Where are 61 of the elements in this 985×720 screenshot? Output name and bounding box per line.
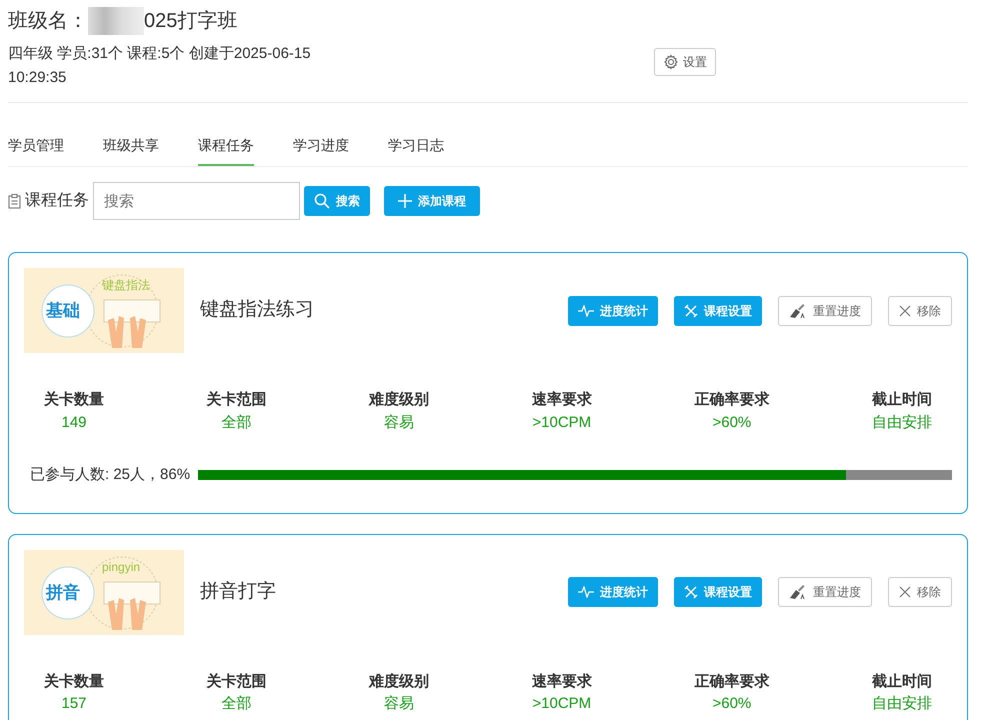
class-name-label: 班级名： [8,9,88,34]
stat-label: 关卡范围 [206,390,267,410]
plus-icon [398,194,412,208]
stat-value: 容易 [383,694,416,714]
stat-value: >10CPM [532,694,592,714]
brush-icon [789,302,807,318]
stat-value: 自由安排 [872,694,932,714]
cover-caption-text: pingyin [102,558,140,576]
stat-label: 正确率要求 [694,390,770,410]
class-info: 四年级 学员:31个 课程:5个 创建于2025-06-15 10:29:35 [8,44,312,88]
close-icon [899,304,911,316]
brush-icon [789,584,807,600]
stat-label: 截止时间 [872,390,932,410]
remove-button[interactable]: 移除 [888,577,952,607]
cover-badge-text: 拼音 [46,582,80,604]
redacted-block [88,7,144,35]
cover-caption-text: 键盘指法 [102,277,150,294]
stat-value: >60% [711,412,752,432]
tools-icon [684,304,698,318]
stat-value: 自由安排 [872,412,932,432]
stat-label: 正确率要求 [694,672,770,692]
reset-progress-button[interactable]: 重置进度 [778,577,872,607]
pulse-icon [578,586,594,598]
pulse-icon [578,304,594,316]
tab[interactable]: 课程任务 [198,125,254,166]
stat-value: 157 [60,694,88,714]
participation-text: 已参与人数: 25人，86% [30,465,190,485]
stat-label: 速率要求 [532,672,592,692]
stat-value: >10CPM [532,412,592,432]
stat-value: >60% [711,694,752,714]
reset-progress-button[interactable]: 重置进度 [778,296,872,326]
tab[interactable]: 班级共享 [103,125,159,166]
stat-label: 截止时间 [872,672,932,692]
tab[interactable]: 学习进度 [293,125,349,166]
search-icon [314,193,330,209]
remove-button[interactable]: 移除 [888,296,952,326]
settings-icon [663,54,679,70]
stat-value: 容易 [383,412,416,432]
class-name: 025打字班 [144,9,238,34]
clipboard-icon [8,194,21,208]
tools-icon [684,585,698,599]
badge-circle [42,566,94,619]
stat-value: 149 [60,412,88,432]
stat-label: 关卡数量 [44,672,104,692]
stat-label: 速率要求 [532,390,592,410]
course-name: 键盘指法练习 [200,298,314,322]
tab[interactable]: 学习日志 [388,125,444,166]
stat-label: 关卡数量 [44,390,104,410]
stat-value: 全部 [220,694,253,714]
section-title: 课程任务 [25,191,89,211]
course-name: 拼音打字 [200,580,276,604]
cover-badge-text: 基础 [46,300,80,322]
settings-button[interactable]: 设置 [654,48,716,76]
close-icon [899,586,911,598]
stat-label: 关卡范围 [206,672,267,692]
stat-label: 难度级别 [369,390,430,410]
search-field[interactable]: 搜索 [93,182,300,220]
stat-value: 全部 [220,412,253,432]
badge-circle [42,284,94,338]
tab[interactable]: 学员管理 [8,125,64,166]
stat-label: 难度级别 [369,672,430,692]
